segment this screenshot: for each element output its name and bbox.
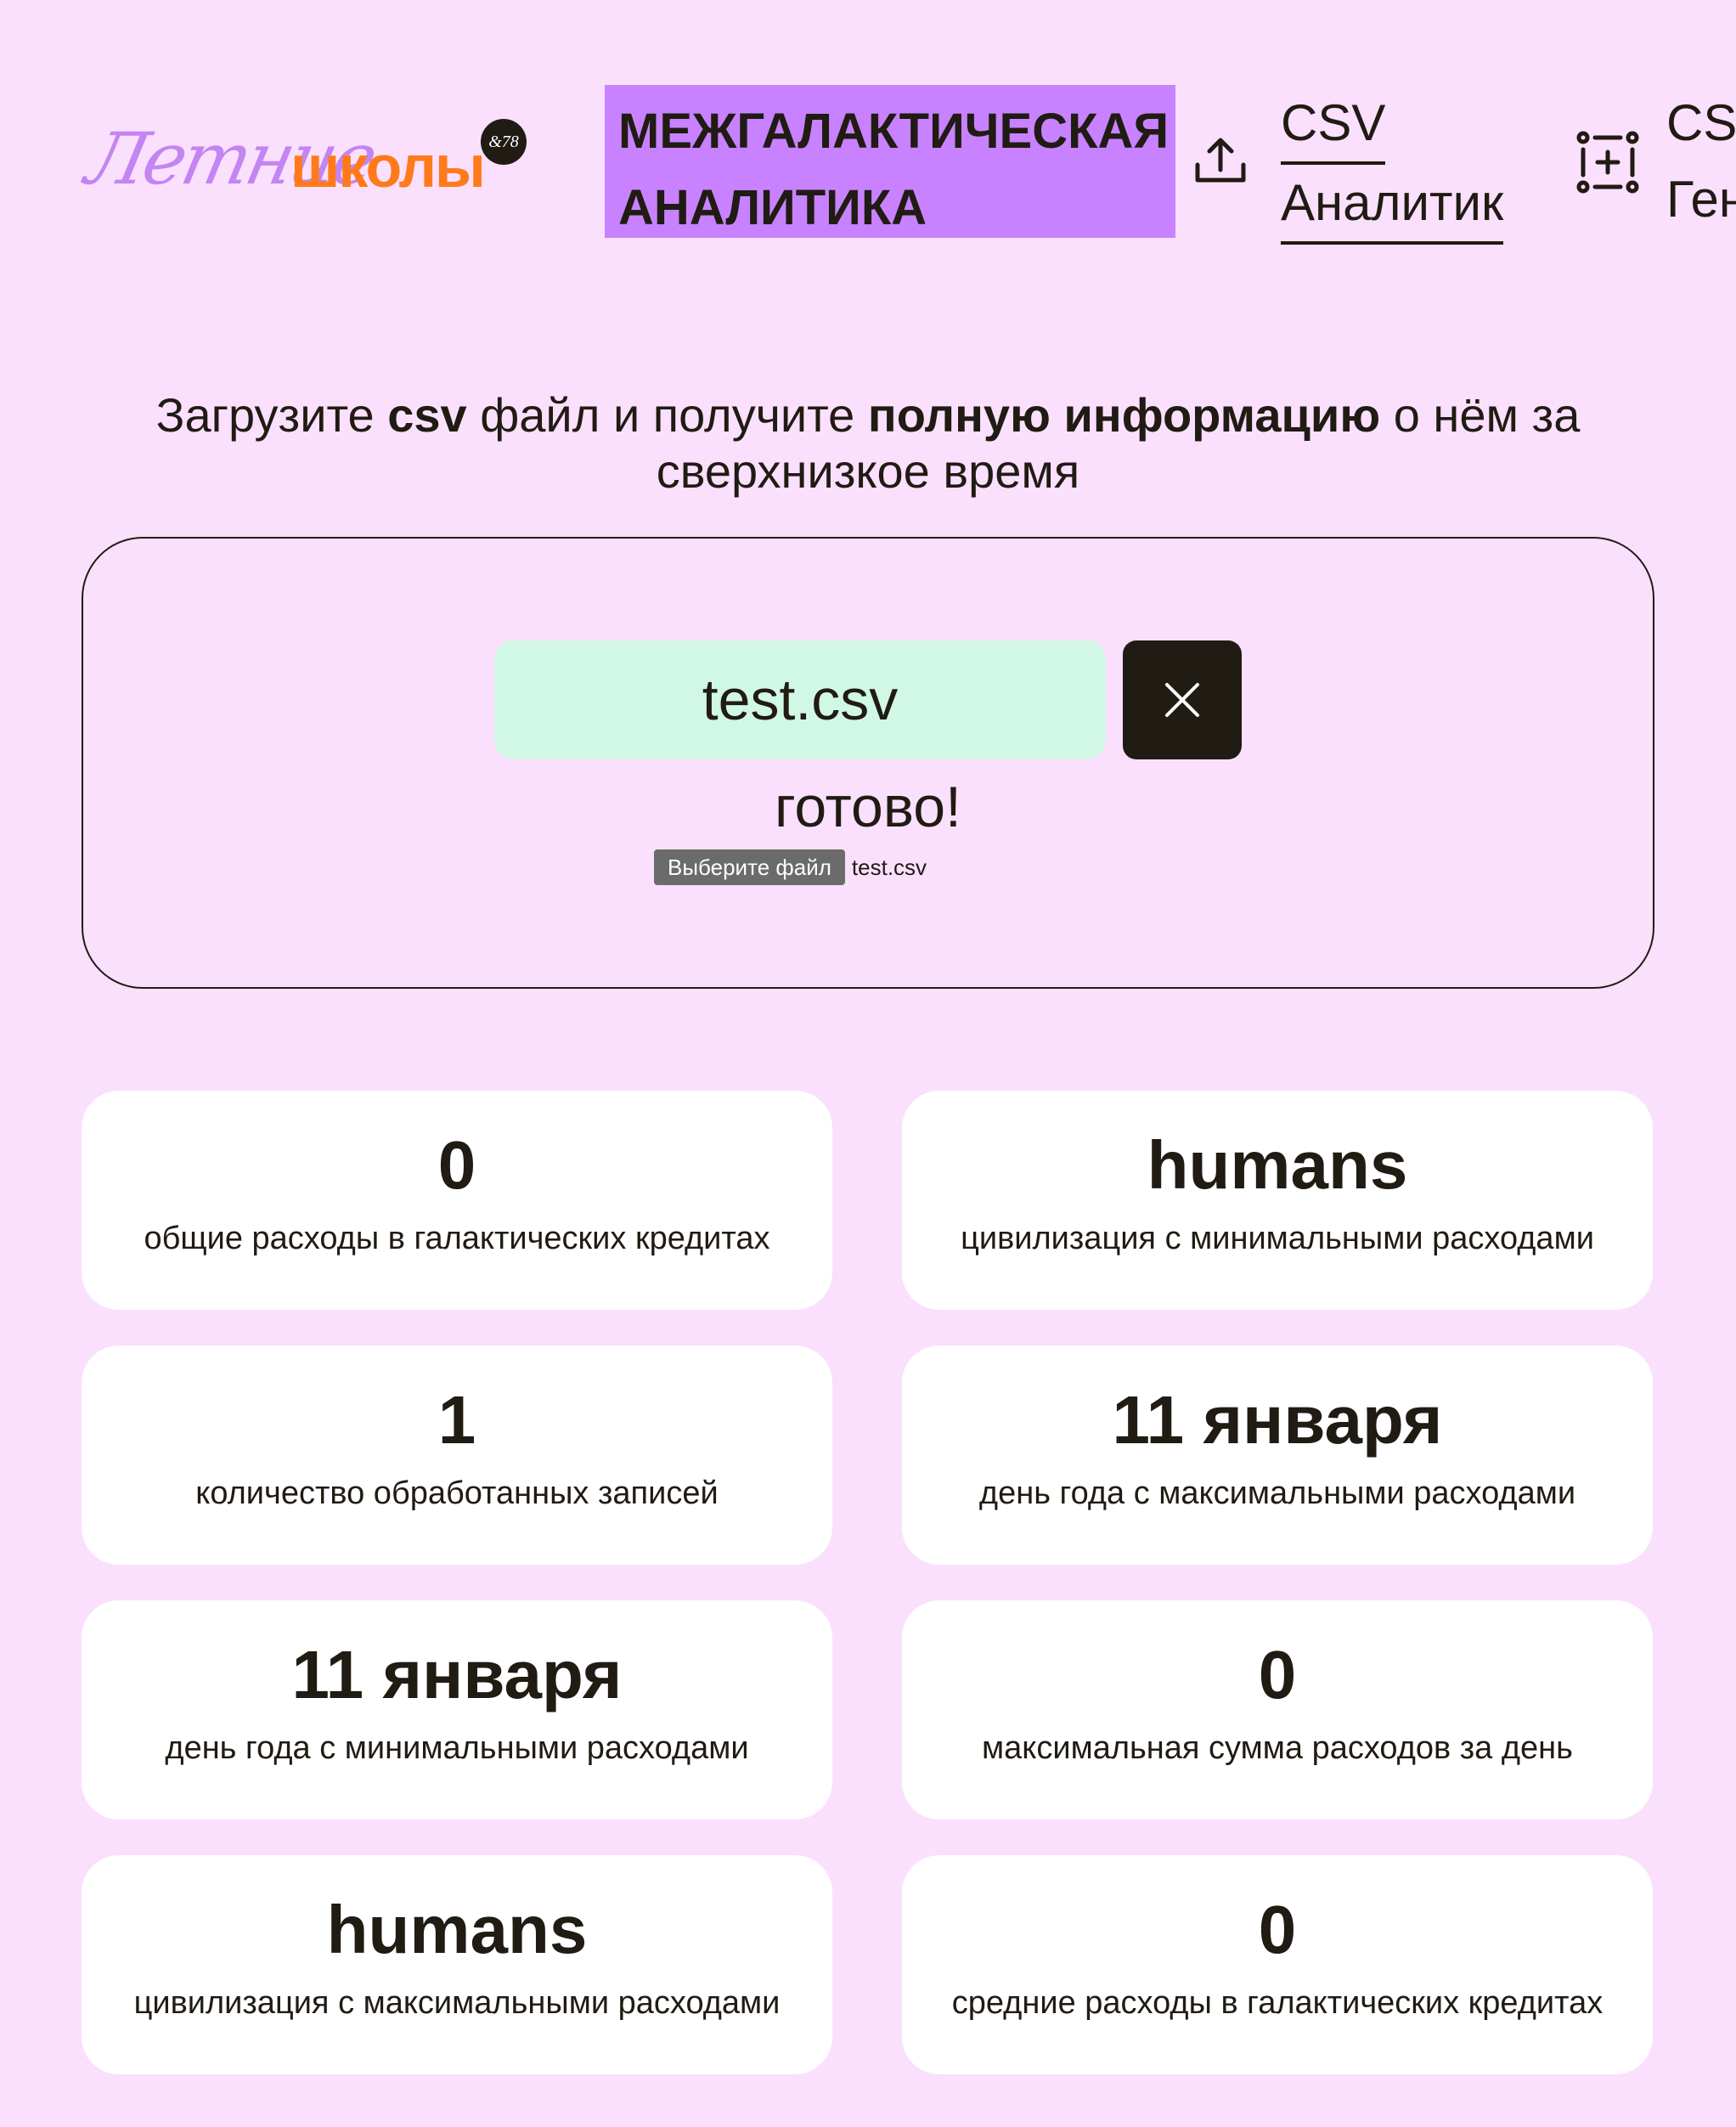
stat-card: 0 средние расходы в галактических кредит… xyxy=(902,1855,1653,2074)
stat-value: 0 xyxy=(437,1127,476,1203)
stat-value: 11 января xyxy=(291,1637,623,1712)
lead-text: Загрузите csv файл и получите полную инф… xyxy=(68,387,1668,499)
stat-label: общие расходы в галактических кредитах xyxy=(144,1221,770,1256)
upload-status: готово! xyxy=(775,775,961,839)
brand-title-line1: МЕЖГАЛАКТИЧЕСКАЯ xyxy=(618,104,1170,159)
lead-part3: о нём за xyxy=(1380,388,1581,442)
nav-link-csv-analytics[interactable]: CSV Аналитик xyxy=(1281,85,1504,245)
stat-value: 1 xyxy=(437,1382,476,1458)
uploaded-filename-text: test.csv xyxy=(702,668,899,732)
stat-label: максимальная сумма расходов за день xyxy=(982,1730,1573,1766)
header: Летние школы &78 МЕЖГАЛАКТИЧЕСКАЯ АНАЛИТ… xyxy=(0,0,1736,280)
stat-value: 11 января xyxy=(1112,1382,1443,1458)
stat-card: humans цивилизация с максимальными расхо… xyxy=(82,1855,832,2074)
stat-value: 0 xyxy=(1258,1637,1297,1712)
stat-value: humans xyxy=(1147,1127,1408,1203)
logo-badge: &78 xyxy=(481,119,527,165)
summer-schools-logo[interactable]: Летние школы &78 xyxy=(80,110,547,212)
brand-title-line2: АНАЛИТИКА xyxy=(618,180,927,235)
stat-value: 0 xyxy=(1258,1892,1297,1967)
stat-card: 0 максимальная сумма расходов за день xyxy=(902,1600,1653,1820)
stat-label: день года с максимальными расходами xyxy=(978,1475,1576,1511)
stat-label: средние расходы в галактических кредитах xyxy=(951,1985,1604,2021)
lead-bold-csv: csv xyxy=(387,388,467,442)
generator-icon[interactable] xyxy=(1576,131,1639,194)
lead-bold-full-info: полную информацию xyxy=(867,388,1381,442)
chosen-file-name: test.csv xyxy=(851,854,927,880)
clear-file-button[interactable] xyxy=(1123,640,1242,759)
stat-card: 11 января день года с максимальными расх… xyxy=(902,1346,1653,1565)
nav-link-csv-generator-line1: CSV xyxy=(1666,94,1736,151)
upload-dropzone[interactable] xyxy=(82,537,1654,989)
stat-card: humans цивилизация с минимальными расход… xyxy=(902,1091,1653,1310)
brand-title[interactable]: МЕЖГАЛАКТИЧЕСКАЯ АНАЛИТИКА xyxy=(605,85,1175,238)
lead-part1: Загрузите xyxy=(155,388,388,442)
stat-label: цивилизация с максимальными расходами xyxy=(133,1985,781,2021)
upload-icon[interactable] xyxy=(1192,133,1248,189)
stat-label: цивилизация с минимальными расходами xyxy=(961,1221,1594,1256)
stat-label: количество обработанных записей xyxy=(195,1475,719,1511)
stat-label: день года с минимальными расходами xyxy=(165,1730,749,1766)
close-icon xyxy=(1165,683,1199,717)
nav-link-csv-analytics-line1: CSV xyxy=(1281,85,1386,165)
stat-value: humans xyxy=(326,1892,588,1967)
lead-line1: Загрузите csv файл и получите полную инф… xyxy=(68,387,1668,443)
stat-card: 11 января день года с минимальными расхо… xyxy=(82,1600,832,1820)
nav-link-csv-generator[interactable]: CSV Ген xyxy=(1666,85,1736,238)
nav-link-csv-generator-line2: Ген xyxy=(1666,171,1736,228)
stat-card: 0 общие расходы в галактических кредитах xyxy=(82,1091,832,1310)
lead-line2: сверхнизкое время xyxy=(656,444,1080,498)
logo-bold-text: школы xyxy=(290,133,486,200)
nav-link-csv-analytics-line2: Аналитик xyxy=(1281,165,1504,245)
uploaded-filename: test.csv xyxy=(494,640,1106,759)
lead-part2: файл и получите xyxy=(466,388,868,442)
file-input[interactable]: Выберите файл test.csv xyxy=(654,849,927,885)
choose-file-button[interactable]: Выберите файл xyxy=(654,849,845,885)
stat-card: 1 количество обработанных записей xyxy=(82,1346,832,1565)
